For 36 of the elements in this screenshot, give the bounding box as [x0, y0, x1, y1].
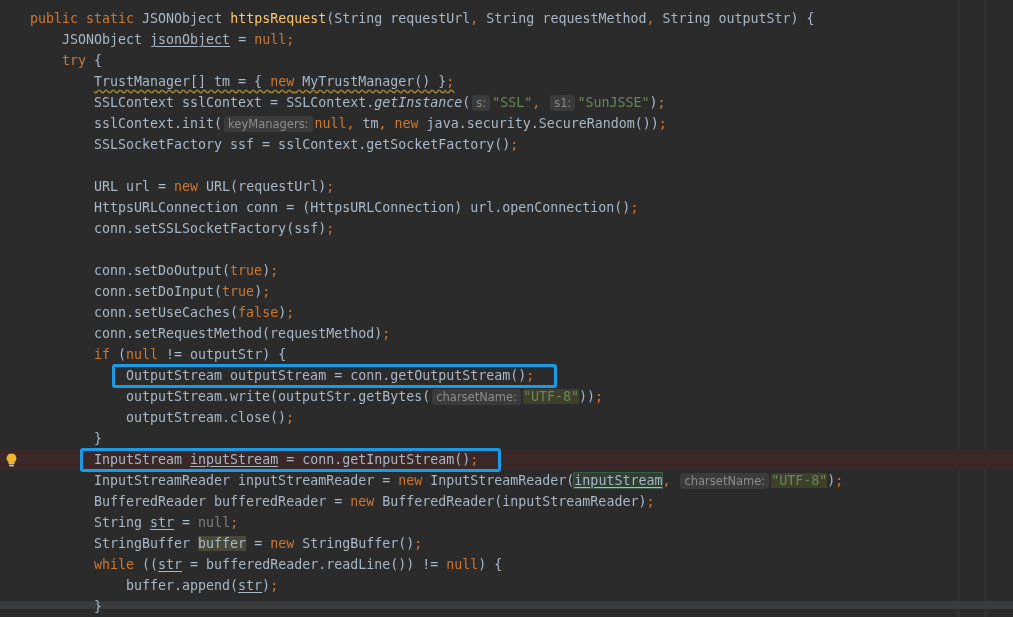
parameter-hint: keyManagers: — [224, 115, 313, 132]
code-text: sslContext.init( — [94, 116, 223, 131]
code-text: if (null != outputStr) { — [94, 347, 287, 362]
code-text: conn.setRequestMethod(requestMethod); — [94, 326, 391, 341]
code-text: String str = null; — [94, 515, 239, 530]
code-text: try { — [62, 53, 103, 68]
code-text: conn.setDoOutput(true); — [94, 263, 279, 278]
code-text: outputStream.close(); — [126, 410, 295, 425]
parameter-hint: charsetName: — [680, 472, 770, 489]
code-text: URL url = new URL(requestUrl); — [94, 179, 335, 194]
code-text: InputStreamReader inputStreamReader = new InputStreamReader(inputStream, — [94, 473, 672, 488]
code-text: "SunJSSE"); — [577, 95, 666, 110]
code-text: conn.setUseCaches(false); — [94, 305, 295, 320]
code-text: null, tm, new java.security.SecureRandom()); — [314, 116, 667, 131]
code-text: outputStream.write(outputStr.getBytes( — [126, 389, 431, 404]
code-text: HttpsURLConnection conn = (HttpsURLConnection) url.openConnection(); — [94, 200, 639, 215]
code-text: BufferedReader bufferedReader = new BufferedReader(inputStreamReader); — [94, 494, 655, 509]
code-text: conn.setDoInput(true); — [94, 284, 271, 299]
parameter-hint: charsetName: — [432, 388, 521, 405]
code-text: StringBuffer buffer = new StringBuffer(); — [94, 536, 423, 551]
code-text: while ((str = bufferedReader.readLine()) != null) { — [94, 557, 503, 572]
code-text: OutputStream outputStream = conn.getOutputStream(); — [126, 368, 535, 383]
code-text: "SSL", — [492, 95, 542, 110]
parameter-hint: s: — [472, 94, 491, 111]
code-text: } — [94, 599, 102, 614]
code-text: JSONObject jsonObject = null; — [62, 32, 295, 47]
parameter-hint: s1: — [550, 94, 576, 111]
code-text: SSLSocketFactory ssf = sslContext.getSocketFactory(); — [94, 137, 519, 152]
code-text: } — [94, 431, 102, 446]
code-text: buffer.append(str); — [126, 578, 279, 593]
code-text: conn.setSSLSocketFactory(ssf); — [94, 221, 335, 236]
lightbulb-icon[interactable] — [5, 452, 17, 467]
code-text: InputStream inputStream = conn.getInputStream(); — [94, 452, 479, 467]
code-text: TrustManager[] tm = { new MyTrustManager() }; — [94, 74, 455, 89]
code-text: SSLContext sslContext = SSLContext.getInstance( — [94, 95, 471, 110]
code-text: public static JSONObject httpsRequest(String requestUrl, String requestMethod, String outputStr) { — [30, 11, 815, 26]
